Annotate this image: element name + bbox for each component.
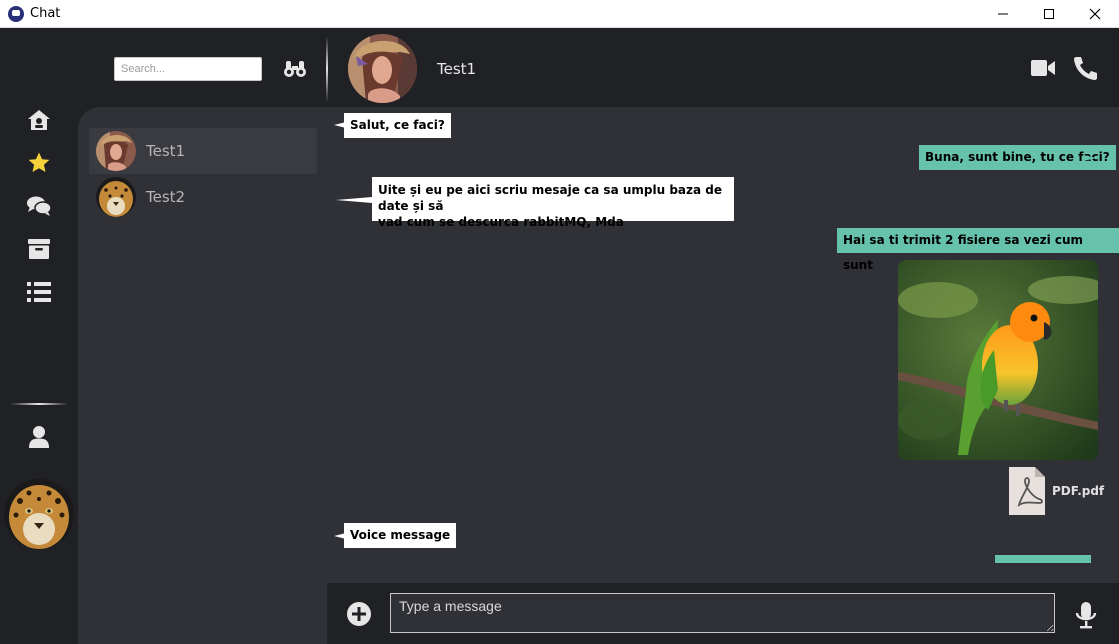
contact-item-test2[interactable]: Test2: [89, 174, 317, 220]
contact-item-test1[interactable]: Test1: [89, 128, 317, 174]
contacts-panel: Test1 Test2: [78, 107, 338, 644]
message-composer: [327, 583, 1119, 644]
message-bubble-incoming: Uite și eu pe aici scriu mesaje ca sa um…: [372, 177, 734, 229]
message-input[interactable]: [390, 593, 1055, 633]
contact-name: Test1: [146, 142, 186, 160]
list-icon[interactable]: [26, 279, 52, 305]
plus-circle-icon[interactable]: [346, 601, 372, 627]
video-call-icon[interactable]: [1029, 56, 1057, 80]
search-input[interactable]: [114, 57, 262, 81]
navigation-rail: [0, 29, 78, 644]
close-icon: [1089, 8, 1101, 20]
message-bubble-incoming: Salut, ce faci?: [344, 113, 451, 138]
message-line: Uite și eu pe aici scriu mesaje ca sa um…: [378, 183, 722, 213]
phone-icon[interactable]: [1072, 56, 1100, 80]
contacts-header: [78, 29, 327, 107]
pdf-file-name[interactable]: PDF.pdf: [1052, 484, 1104, 498]
contact-avatar: [96, 177, 136, 217]
chat-contact-avatar[interactable]: [348, 34, 417, 103]
maximize-icon: [1044, 9, 1054, 19]
minimize-icon: [998, 13, 1008, 15]
home-icon[interactable]: [26, 107, 52, 133]
message-line: vad cum se descurca rabbitMQ, Mda: [378, 215, 624, 229]
app-logo-icon: [8, 6, 24, 22]
image-attachment[interactable]: [898, 260, 1098, 460]
binoculars-icon[interactable]: [282, 57, 308, 81]
chat-bubbles-icon[interactable]: [26, 193, 52, 219]
user-icon[interactable]: [26, 424, 52, 450]
bubble-tail: [1083, 155, 1097, 161]
bubble-tail: [1082, 238, 1096, 244]
rail-divider: [10, 403, 68, 405]
chat-header: Test1: [328, 29, 1119, 107]
contact-avatar: [96, 131, 136, 171]
message-bubble-outgoing: Hai sa ti trimit 2 fisiere sa vezi cum s…: [837, 228, 1119, 272]
contact-name: Test2: [146, 188, 186, 206]
title-bar: Chat: [0, 0, 1119, 28]
archive-icon[interactable]: [26, 236, 52, 262]
microphone-icon[interactable]: [1075, 601, 1097, 629]
voice-message-player[interactable]: [995, 555, 1091, 563]
chat-contact-name: Test1: [437, 60, 477, 78]
profile-avatar[interactable]: [4, 479, 74, 549]
message-bubble-incoming: Voice message: [344, 523, 457, 548]
bubble-tail: [336, 197, 372, 203]
star-icon[interactable]: [26, 150, 52, 176]
window-title: Chat: [30, 6, 61, 21]
pdf-file-icon[interactable]: [1007, 465, 1047, 517]
close-button[interactable]: [1073, 0, 1117, 28]
messages-area: Salut, ce faci? Buna, sunt bine, tu ce f…: [327, 107, 1119, 583]
maximize-button[interactable]: [1027, 0, 1071, 28]
minimize-button[interactable]: [981, 0, 1025, 28]
